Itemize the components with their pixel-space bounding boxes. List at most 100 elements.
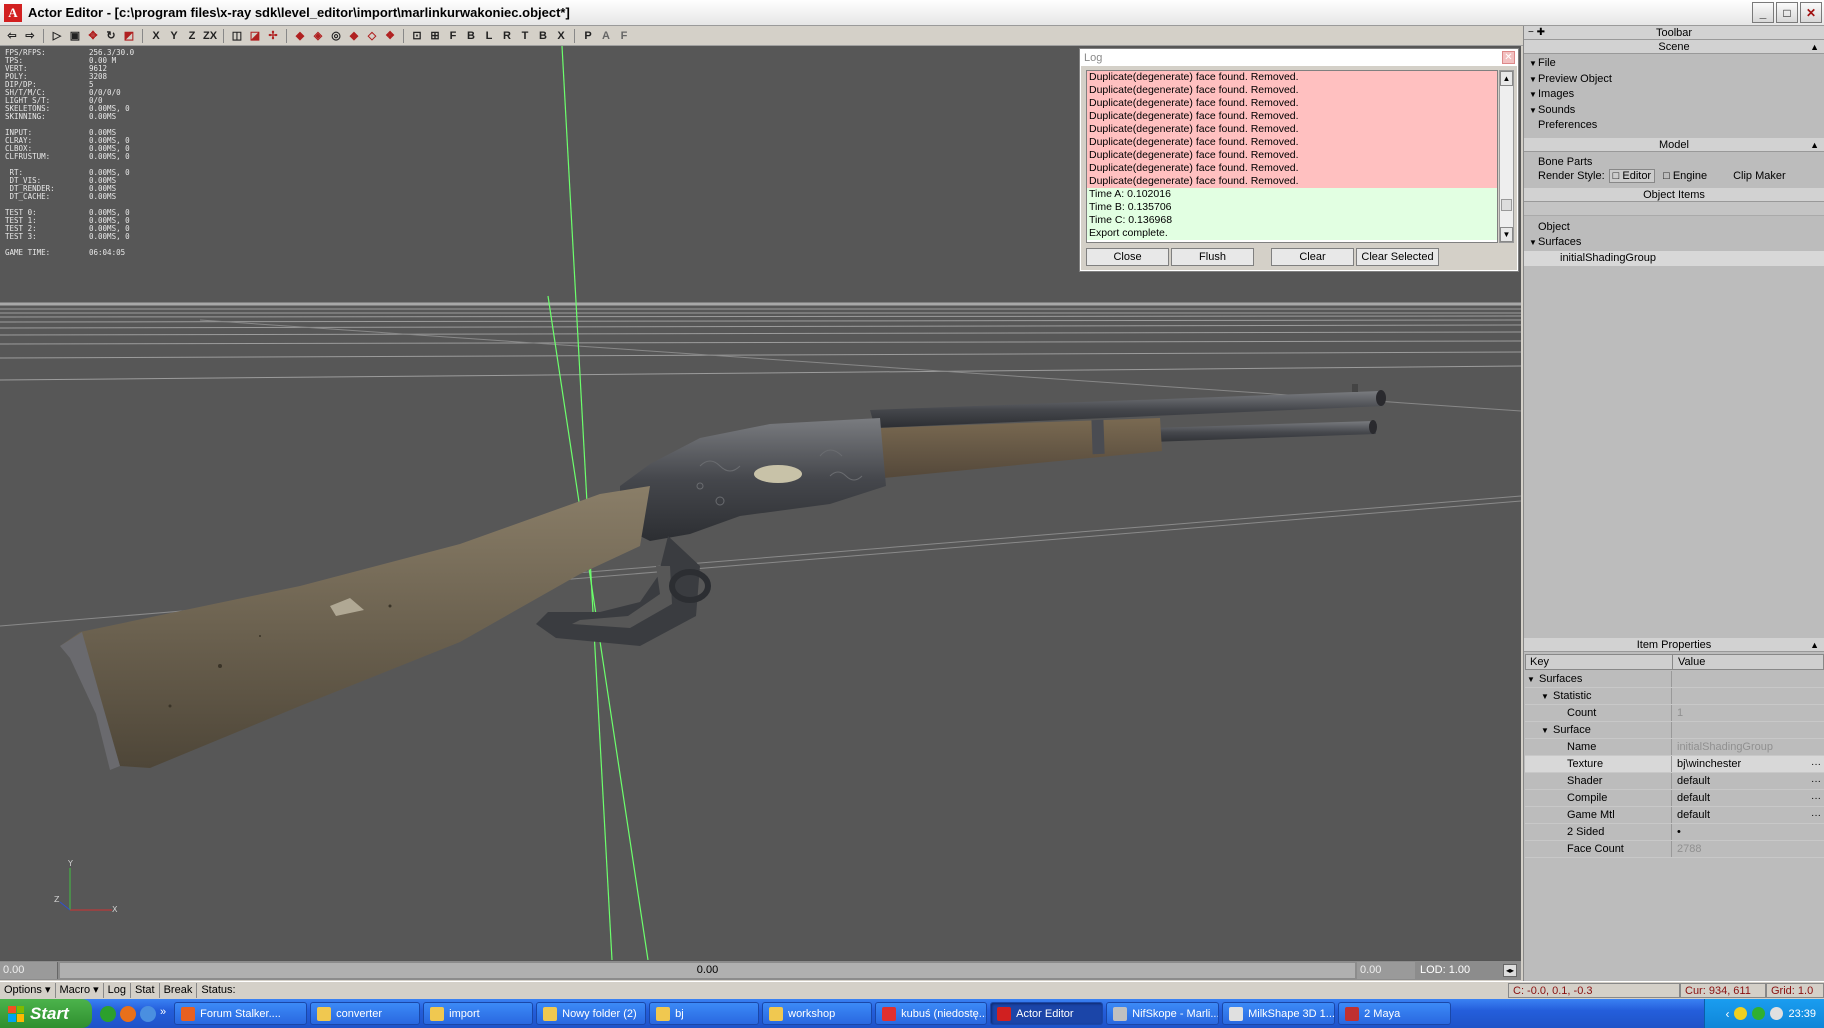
- property-row[interactable]: Shader default ···: [1525, 773, 1824, 790]
- time-end-field[interactable]: 0.00: [1357, 962, 1415, 979]
- log-line[interactable]: Duplicate(degenerate) face found. Remove…: [1087, 149, 1497, 162]
- time-start-field[interactable]: 0.00: [0, 962, 58, 979]
- property-value[interactable]: [1672, 722, 1824, 738]
- fly-button[interactable]: F: [616, 28, 632, 44]
- time-slider[interactable]: 0.00: [60, 963, 1355, 978]
- property-row[interactable]: ▼ Surfaces: [1525, 671, 1824, 688]
- start-button[interactable]: Start: [0, 999, 92, 1028]
- perspective-button[interactable]: P: [580, 28, 596, 44]
- tray-app-icon[interactable]: [1734, 1007, 1748, 1020]
- view-front-button[interactable]: F: [445, 28, 461, 44]
- scroll-down-icon[interactable]: ▼: [1500, 227, 1513, 242]
- axis-z-button[interactable]: Z: [184, 28, 200, 44]
- property-row[interactable]: Name initialShadingGroup: [1525, 739, 1824, 756]
- bone-parts-link[interactable]: Bone Parts: [1524, 152, 1824, 168]
- log-line[interactable]: Duplicate(degenerate) face found. Remove…: [1087, 175, 1497, 188]
- property-row[interactable]: ▼ Statistic: [1525, 688, 1824, 705]
- property-value[interactable]: default ···: [1672, 773, 1824, 789]
- property-value[interactable]: [1672, 688, 1824, 704]
- expand-icon[interactable]: ▼: [1528, 103, 1538, 119]
- tray-expand-icon[interactable]: ‹: [1725, 1007, 1729, 1021]
- log-line[interactable]: Duplicate(degenerate) face found. Remove…: [1087, 71, 1497, 84]
- property-row[interactable]: 2 Sided •: [1525, 824, 1824, 841]
- property-value[interactable]: •: [1672, 824, 1824, 840]
- taskbar-button[interactable]: converter: [310, 1002, 421, 1025]
- ellipsis-icon[interactable]: ···: [1811, 773, 1821, 790]
- render-editor-toggle[interactable]: □ Editor: [1608, 169, 1656, 183]
- quick-launch-more-icon[interactable]: »: [160, 1006, 166, 1022]
- scene-item[interactable]: ▼ Images: [1524, 87, 1824, 103]
- move-icon[interactable]: ✥: [85, 28, 101, 44]
- zoom-selected-icon[interactable]: ⊞: [427, 28, 443, 44]
- scene-item[interactable]: Preferences: [1524, 118, 1824, 134]
- property-value[interactable]: initialShadingGroup: [1672, 739, 1824, 755]
- log-line[interactable]: Duplicate(degenerate) face found. Remove…: [1087, 136, 1497, 149]
- view-reset-button[interactable]: X: [553, 28, 569, 44]
- log-title-bar[interactable]: Log ✕: [1081, 50, 1517, 66]
- object-tree-item[interactable]: Object: [1524, 220, 1824, 236]
- toolbar-header[interactable]: − ✚ Toolbar: [1524, 26, 1824, 40]
- expand-icon[interactable]: ▼: [1527, 671, 1539, 688]
- break-button[interactable]: Break: [160, 982, 198, 998]
- log-line[interactable]: Export complete.: [1087, 227, 1497, 240]
- view-back-button[interactable]: B: [463, 28, 479, 44]
- clock[interactable]: 23:39: [1788, 1008, 1816, 1020]
- taskbar-button[interactable]: 2 Maya: [1338, 1002, 1452, 1025]
- expand-icon[interactable]: ▼: [1541, 722, 1553, 739]
- item-properties-header[interactable]: Item Properties ▲: [1524, 638, 1824, 652]
- options-menu[interactable]: Options ▾: [0, 982, 56, 998]
- log-close-icon[interactable]: ✕: [1502, 51, 1515, 64]
- clip-maker-button[interactable]: Clip Maker: [1733, 170, 1786, 182]
- property-row[interactable]: Count 1: [1525, 705, 1824, 722]
- log-close-button[interactable]: Close: [1086, 248, 1169, 266]
- expand-icon[interactable]: ▼: [1528, 56, 1538, 72]
- property-row[interactable]: Game Mtl default ···: [1525, 807, 1824, 824]
- collapse-icon[interactable]: ▲: [1810, 138, 1819, 152]
- log-clear-selected-button[interactable]: Clear Selected: [1356, 248, 1439, 266]
- skype-icon[interactable]: [100, 1005, 116, 1022]
- tray-network-icon[interactable]: [1752, 1007, 1766, 1020]
- ellipsis-icon[interactable]: ···: [1811, 807, 1821, 824]
- firefox-icon[interactable]: [120, 1005, 136, 1022]
- object-tree-item[interactable]: ▼ Surfaces: [1524, 235, 1824, 251]
- property-value[interactable]: default ···: [1672, 790, 1824, 806]
- move-snap-icon[interactable]: ◆: [346, 28, 362, 44]
- scroll-up-icon[interactable]: ▲: [1500, 71, 1513, 86]
- taskbar-button[interactable]: MilkShape 3D 1....: [1222, 1002, 1336, 1025]
- expand-icon[interactable]: ▼: [1541, 688, 1553, 705]
- log-line[interactable]: Duplicate(degenerate) face found. Remove…: [1087, 84, 1497, 97]
- maximize-button[interactable]: □: [1776, 2, 1798, 23]
- log-line[interactable]: Time B: 0.135706: [1087, 201, 1497, 214]
- scale-icon[interactable]: ◩: [121, 28, 137, 44]
- property-row[interactable]: Texture bj\winchester ···: [1525, 756, 1824, 773]
- lod-spin-icon[interactable]: ◂▸: [1503, 964, 1517, 977]
- expand-icon[interactable]: ▼: [1528, 72, 1538, 88]
- col-key-header[interactable]: Key: [1526, 655, 1673, 669]
- axis-x-button[interactable]: X: [148, 28, 164, 44]
- log-flush-button[interactable]: Flush: [1171, 248, 1254, 266]
- property-value[interactable]: bj\winchester ···: [1672, 756, 1824, 772]
- axis-zx-button[interactable]: ZX: [202, 28, 218, 44]
- property-value[interactable]: default ···: [1672, 807, 1824, 823]
- undo-icon[interactable]: ⇦: [4, 28, 20, 44]
- log-button[interactable]: Log: [104, 982, 131, 998]
- macro-menu[interactable]: Macro ▾: [56, 982, 104, 998]
- object-tree-item[interactable]: initialShadingGroup: [1524, 250, 1824, 266]
- ie-icon[interactable]: [140, 1005, 156, 1022]
- scene-item[interactable]: ▼ Preview Object: [1524, 72, 1824, 88]
- pin-icon[interactable]: − ✚: [1528, 26, 1545, 40]
- view-right-button[interactable]: R: [499, 28, 515, 44]
- property-row[interactable]: Compile default ···: [1525, 790, 1824, 807]
- csg-icon[interactable]: ❖: [382, 28, 398, 44]
- taskbar-button[interactable]: Nowy folder (2): [536, 1002, 647, 1025]
- log-list[interactable]: Duplicate(degenerate) face found. Remove…: [1086, 70, 1498, 243]
- property-row[interactable]: Face Count 2788: [1525, 841, 1824, 858]
- taskbar-button[interactable]: Forum Stalker....: [174, 1002, 308, 1025]
- view-left-button[interactable]: L: [481, 28, 497, 44]
- close-button[interactable]: ✕: [1800, 2, 1822, 23]
- taskbar-button[interactable]: NifSkope - Marli...: [1106, 1002, 1220, 1025]
- expand-icon[interactable]: ▼: [1528, 235, 1538, 251]
- rotate-icon[interactable]: ↻: [103, 28, 119, 44]
- expand-icon[interactable]: ▼: [1528, 87, 1538, 103]
- scene-item[interactable]: ▼ Sounds: [1524, 103, 1824, 119]
